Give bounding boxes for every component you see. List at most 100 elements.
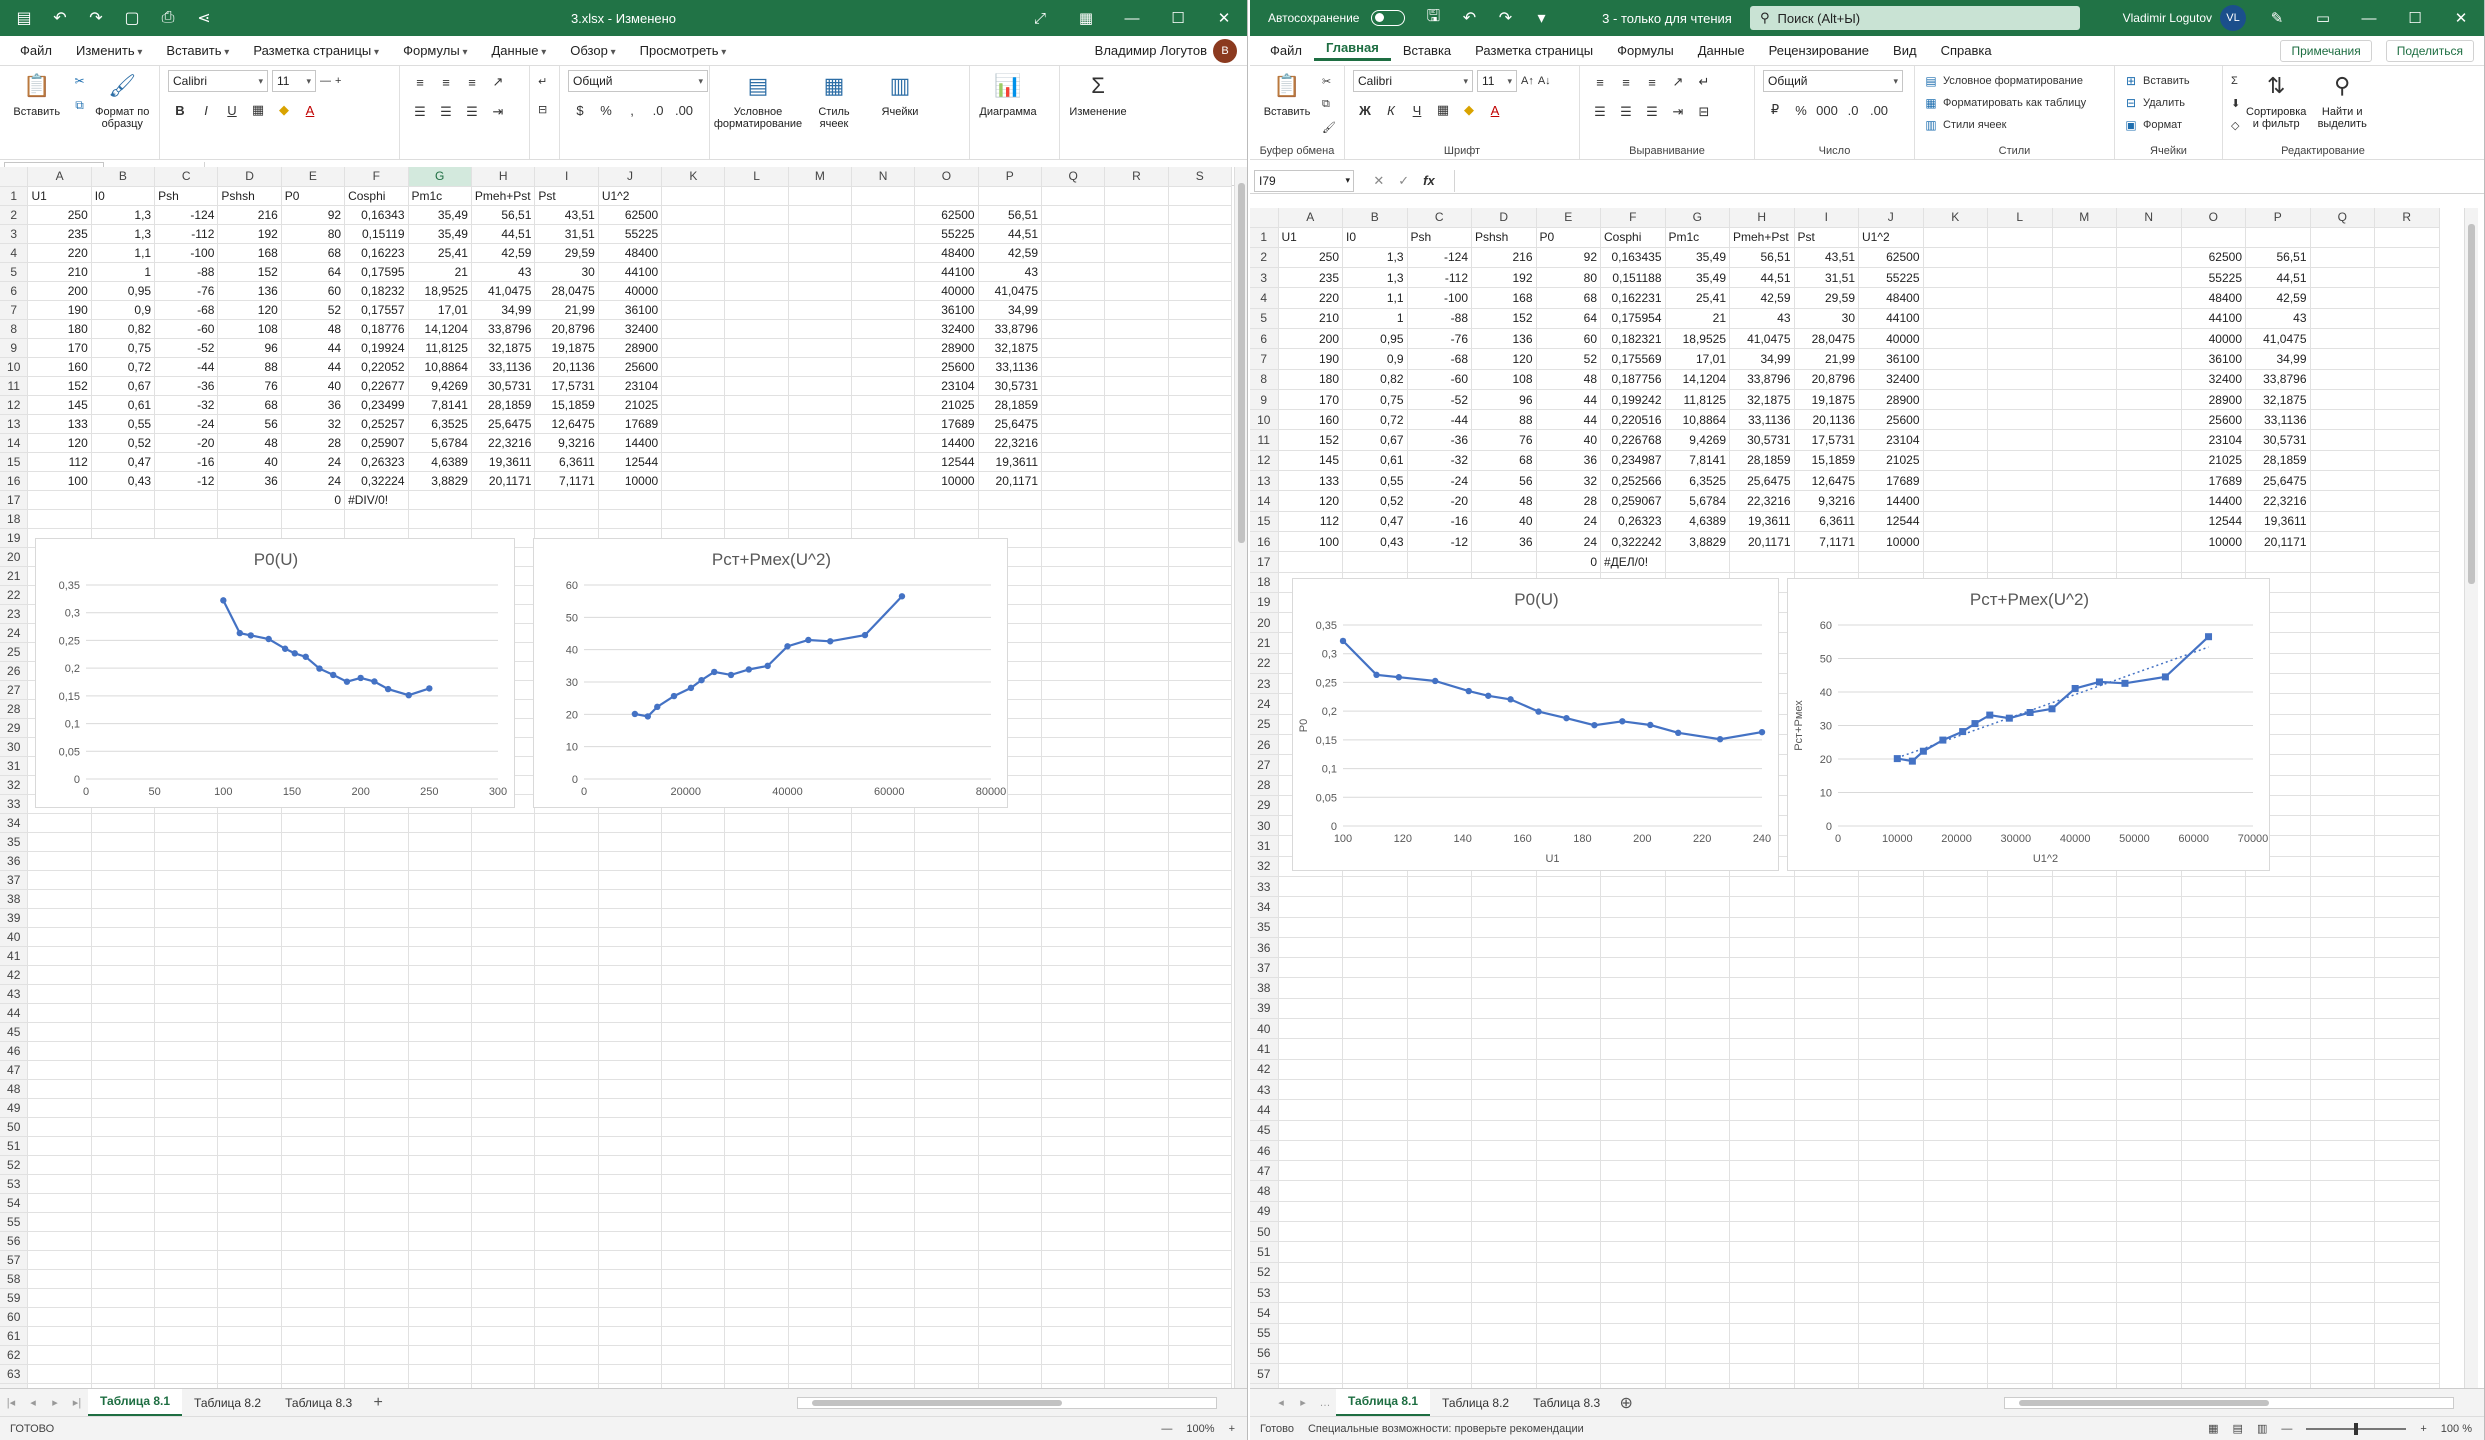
cell[interactable] [27,1269,92,1289]
cell[interactable] [2374,348,2440,370]
cell[interactable]: 180 [1278,369,1343,390]
cell[interactable]: 48400 [598,243,663,263]
cell[interactable] [154,984,219,1004]
cell[interactable]: 3,8829 [408,471,472,491]
cell[interactable] [851,984,916,1004]
cell[interactable] [598,1060,663,1080]
cell[interactable] [1041,984,1106,1004]
cell[interactable] [408,1098,472,1118]
cell[interactable] [1041,262,1106,282]
row-header[interactable]: 13 [0,414,29,434]
cell[interactable]: 18,9525 [1665,328,1730,350]
cell[interactable] [788,870,852,890]
format-as-table-button[interactable]: ▦ Форматировать как таблицу [1923,92,2086,114]
cell[interactable] [1665,1282,1730,1304]
cell[interactable]: 40 [217,452,282,472]
row-header[interactable]: 4 [1250,287,1279,309]
cell[interactable] [1729,1262,1795,1283]
cell[interactable] [1104,623,1169,643]
row-header[interactable]: 18 [0,509,29,529]
italic-icon[interactable]: I [194,99,218,121]
cell[interactable] [1987,1343,2053,1365]
cell[interactable] [1168,946,1232,966]
cell[interactable]: -12 [1407,531,1472,553]
cell[interactable]: 17689 [598,414,663,434]
cell[interactable]: 28 [1536,490,1601,512]
cell[interactable] [1104,1307,1169,1327]
cell[interactable]: 35,49 [408,205,472,225]
cell[interactable] [661,1174,726,1194]
cell[interactable] [1168,1212,1232,1232]
column-header[interactable]: R [2374,208,2440,228]
row-header[interactable]: 32 [1250,856,1279,878]
cell[interactable]: 36100 [2181,348,2246,370]
currency-icon[interactable]: ₽ [1763,99,1787,121]
cell[interactable] [1794,1120,1859,1141]
cell[interactable]: 29,59 [1794,287,1859,309]
cell[interactable] [978,927,1043,947]
cell[interactable] [1600,977,1666,999]
cell[interactable] [2052,957,2117,979]
cell[interactable] [1794,957,1859,979]
cell[interactable]: 168 [217,243,282,263]
row-header[interactable]: 14 [0,433,29,453]
cell[interactable]: 120 [1471,348,1537,370]
cell[interactable] [2374,653,2440,675]
cell[interactable]: 30,5731 [978,376,1043,396]
row-header[interactable]: 22 [1250,653,1279,675]
cell[interactable]: 9,3216 [534,433,599,453]
cell[interactable] [1168,585,1232,605]
cell[interactable] [1041,1022,1106,1042]
cell[interactable] [2374,937,2440,959]
align-bottom-icon[interactable]: ≡ [460,71,484,93]
cell[interactable] [1923,1079,1988,1101]
cell[interactable]: 31,51 [534,224,599,244]
cell[interactable] [788,1003,852,1023]
cell[interactable] [2310,754,2375,776]
currency-icon[interactable]: $ [568,99,592,121]
cell[interactable]: Pst [1794,227,1859,248]
cell[interactable] [217,889,282,909]
chart-pst-pmeh[interactable]: Pст+Pмех(U^2) 0 10 20 30 40 50 60 0 20000 40000 600… [533,538,1008,808]
cell[interactable] [598,1345,663,1365]
cell[interactable] [788,243,852,263]
cell[interactable] [344,1288,409,1308]
cell[interactable] [1168,243,1232,263]
row-header[interactable]: 13 [1250,470,1279,492]
cell[interactable] [2374,490,2440,512]
cell[interactable] [1471,1059,1537,1080]
cell[interactable] [2374,775,2440,796]
cell[interactable] [1168,1193,1232,1213]
cell[interactable] [2310,1363,2375,1385]
cell[interactable] [1729,1079,1795,1101]
cell[interactable] [1041,661,1106,681]
cell[interactable] [788,1136,852,1156]
cell[interactable]: -44 [154,357,219,377]
zoom-out-button[interactable]: — [1161,1423,1172,1435]
cell[interactable]: Pst [534,186,599,206]
cell[interactable] [2374,592,2440,614]
cell[interactable]: 41,0475 [471,281,536,301]
cell[interactable] [1471,1343,1537,1365]
cell[interactable] [408,1136,472,1156]
row-header[interactable]: 33 [0,794,29,814]
cell[interactable]: 40000 [2181,328,2246,350]
cell[interactable] [1168,851,1232,871]
cell[interactable] [1041,1288,1106,1308]
cell[interactable] [91,908,156,928]
cell[interactable] [1471,1180,1537,1202]
cell[interactable] [344,813,409,833]
cell[interactable] [1987,389,2053,411]
cell[interactable] [2310,815,2375,837]
cell[interactable] [1923,1343,1988,1365]
cell-styles-button[interactable]: ▥ Стили ячеек [1923,114,2006,136]
cell[interactable] [2052,511,2117,532]
cell[interactable] [1104,1136,1169,1156]
cell[interactable]: 210 [1278,308,1343,329]
cell[interactable] [2310,876,2375,898]
cell[interactable] [1665,998,1730,1020]
row-header[interactable]: 33 [1250,876,1279,898]
cell[interactable] [1041,1364,1106,1384]
cell[interactable] [2310,490,2375,512]
percent-icon[interactable]: % [594,99,618,121]
